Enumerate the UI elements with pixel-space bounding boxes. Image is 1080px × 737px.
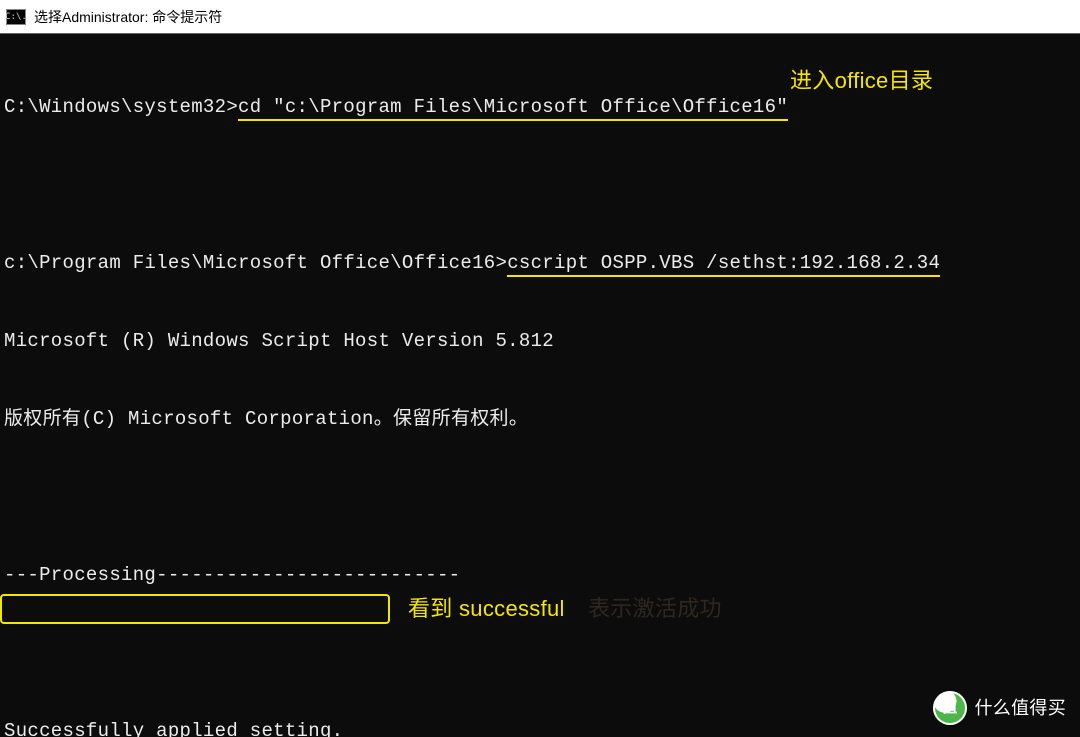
prompt: c:\Program Files\Microsoft Office\Office… — [4, 252, 507, 274]
cmd-sethst: cscript OSPP.VBS /sethst:192.168.2.34 — [507, 252, 940, 277]
line-cd: C:\Windows\system32>cd "c:\Program Files… — [4, 94, 1076, 120]
watermark-badge-icon — [933, 691, 967, 725]
cmd-icon: C:\. — [6, 9, 26, 25]
cmd-cd: cd "c:\Program Files\Microsoft Office\Of… — [238, 96, 788, 121]
line-sethst: c:\Program Files\Microsoft Office\Office… — [4, 250, 1076, 276]
annotation-see-successful: 看到 successful — [408, 596, 571, 622]
prompt: C:\Windows\system32> — [4, 96, 238, 118]
success-setting: Successfully applied setting. — [4, 718, 1076, 737]
window-title: 选择Administrator: 命令提示符 — [34, 7, 222, 27]
annotation-ghost-text: 表示激活成功 — [588, 596, 722, 622]
processing-1: ---Processing-------------------------- — [4, 562, 1076, 588]
terminal-output[interactable]: C:\Windows\system32>cd "c:\Program Files… — [0, 34, 1080, 737]
annotation-enter-office: 进入office目录 — [790, 68, 933, 94]
copyright: 版权所有(C) Microsoft Corporation。保留所有权利。 — [4, 406, 1076, 432]
title-bar: C:\. 选择Administrator: 命令提示符 — [0, 0, 1080, 34]
highlight-box-activation — [0, 594, 390, 624]
wsh-version: Microsoft (R) Windows Script Host Versio… — [4, 328, 1076, 354]
watermark: 什么值得买 — [933, 691, 1067, 725]
watermark-text: 什么值得买 — [975, 695, 1067, 721]
